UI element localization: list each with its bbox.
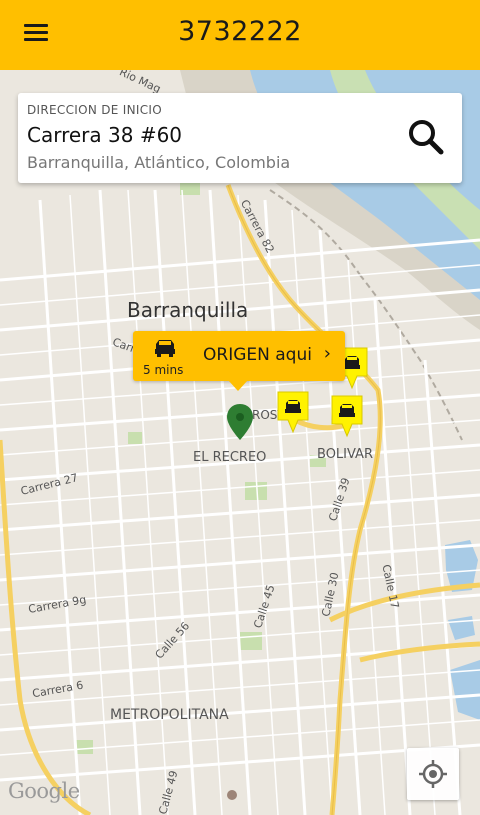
label-metropolitana: METROPOLITANA [110, 707, 229, 723]
taxi-icon [155, 340, 175, 357]
start-address-city: Barranquilla, Atlántico, Colombia [27, 153, 291, 172]
map-pin-icon [227, 404, 253, 440]
origin-label: ORIGEN aqui [203, 345, 312, 365]
eta-label: 5 mins [143, 363, 184, 377]
label-bolivar: BOLIVAR [317, 447, 373, 462]
taxi-marker[interactable] [330, 394, 364, 438]
google-logo: Google [8, 779, 80, 803]
label-city: Barranquilla [127, 298, 249, 322]
label-el-recreo: EL RECREO [193, 450, 267, 465]
search-icon[interactable] [404, 115, 448, 159]
origin-popup[interactable]: 5 mins ORIGEN aqui › [133, 331, 345, 391]
crosshair-icon [419, 760, 447, 788]
taxi-marker[interactable] [276, 390, 310, 434]
my-location-button[interactable] [407, 748, 459, 800]
chevron-right-icon: › [323, 343, 331, 364]
app-bar: 3732222 [0, 0, 480, 70]
start-address-value[interactable]: Carrera 38 #60 [27, 123, 182, 147]
start-address-label: DIRECCION DE INICIO [27, 103, 162, 117]
app-title: 3732222 [178, 16, 302, 47]
start-address-card[interactable]: DIRECCION DE INICIO Carrera 38 #60 Barra… [18, 93, 462, 183]
